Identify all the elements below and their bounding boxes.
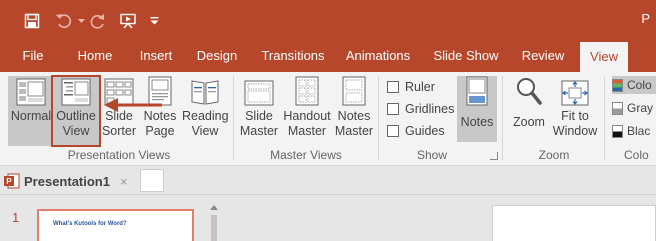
document-tab[interactable]: P Presentation1 ×: [4, 169, 128, 193]
fit-to-window-label-line2: Window: [552, 124, 598, 138]
notes-master-button[interactable]: Notes Master: [334, 76, 374, 146]
slide-thumbnail-title: What's Kutools for Word?: [53, 221, 127, 227]
master-views-group-label: Master Views: [270, 148, 342, 162]
normal-view-icon: [8, 76, 54, 106]
zoom-label: Zoom: [513, 115, 545, 129]
normal-view-button[interactable]: Normal: [8, 76, 54, 146]
outline-view-button[interactable]: Outline View: [51, 75, 101, 147]
zoom-group-label: Zoom: [538, 148, 570, 162]
document-tab-strip: P Presentation1 ×: [0, 166, 656, 195]
reading-view-button[interactable]: Reading View: [182, 76, 229, 146]
grayscale-option-label: Gray: [627, 101, 654, 115]
document-tab-name: Presentation1: [24, 173, 110, 189]
window-title: P: [641, 11, 650, 26]
black-white-option-label: Blac: [627, 124, 651, 138]
slide-master-button[interactable]: Slide Master: [238, 76, 280, 146]
slide-number: 1: [12, 210, 20, 225]
arrow-annotation-icon: [104, 98, 162, 112]
guides-checkbox[interactable]: Guides: [387, 122, 445, 140]
outline-view-label-line2: View: [62, 124, 90, 138]
close-tab-icon[interactable]: ×: [120, 174, 128, 189]
grayscale-swatch-icon: [612, 101, 623, 115]
workspace: 1 What's Kutools for Word?: [0, 195, 656, 241]
gridlines-checkbox[interactable]: Gridlines: [387, 100, 454, 118]
slide-canvas[interactable]: [492, 205, 656, 241]
gridlines-label: Gridlines: [405, 102, 455, 116]
powerpoint-file-icon: P: [4, 173, 20, 189]
notes-toggle-label: Notes: [460, 115, 494, 129]
notes-master-icon: [334, 76, 374, 106]
gridlines-checkbox-box[interactable]: [387, 103, 399, 115]
title-bar: P: [0, 0, 656, 40]
normal-view-label: Normal: [10, 109, 52, 123]
reading-view-label-line1: Reading: [182, 109, 229, 123]
black-white-swatch-icon: [612, 124, 623, 138]
magnifier-icon: [508, 76, 550, 106]
notes-pane-icon: [457, 76, 497, 106]
zoom-button[interactable]: Zoom: [508, 76, 550, 146]
color-swatch-icon: [612, 78, 623, 92]
present-icon[interactable]: [116, 9, 140, 33]
slide-master-label-line2: Master: [239, 124, 279, 138]
svg-text:P: P: [6, 177, 12, 186]
customize-qat-icon[interactable]: [146, 9, 162, 33]
tab-file[interactable]: File: [12, 40, 54, 72]
fit-to-window-icon: [550, 76, 600, 106]
notes-toggle-button[interactable]: Notes: [457, 76, 497, 142]
notes-master-label-line1: Notes: [337, 109, 371, 123]
outline-view-icon: [52, 76, 100, 106]
show-group-label: Show: [416, 148, 448, 162]
guides-label: Guides: [405, 124, 445, 138]
tab-review[interactable]: Review: [516, 40, 570, 72]
show-dialog-launcher-icon[interactable]: [490, 152, 498, 160]
tab-insert[interactable]: Insert: [132, 40, 180, 72]
fit-to-window-button[interactable]: Fit to Window: [550, 76, 600, 146]
handout-master-label-line1: Handout: [283, 109, 331, 123]
tab-view[interactable]: View: [580, 42, 628, 72]
reading-view-label-line2: View: [191, 124, 219, 138]
group-divider: [233, 76, 234, 160]
slide-sorter-label-line2: Sorter: [101, 124, 137, 138]
ribbon-view: Normal Outline View Slide Sorter Notes P…: [0, 72, 656, 166]
save-icon[interactable]: [20, 9, 44, 33]
slide-master-label-line1: Slide: [245, 109, 273, 123]
handout-master-label-line2: Master: [287, 124, 327, 138]
undo-icon[interactable]: [52, 9, 76, 33]
handout-master-icon: [282, 76, 332, 106]
notes-master-label-line2: Master: [334, 124, 374, 138]
undo-dropdown-icon[interactable]: [76, 9, 86, 33]
group-divider: [502, 76, 503, 160]
ribbon-tab-bar: File Home Insert Design Transitions Anim…: [0, 40, 656, 72]
slide-thumbnail[interactable]: What's Kutools for Word?: [37, 209, 194, 241]
reading-view-icon: [182, 76, 228, 106]
ruler-checkbox-box[interactable]: [387, 81, 399, 93]
handout-master-button[interactable]: Handout Master: [282, 76, 332, 146]
group-divider: [378, 76, 379, 160]
redo-icon[interactable]: [88, 9, 108, 33]
presentation-views-group-label: Presentation Views: [67, 148, 171, 162]
tab-animations[interactable]: Animations: [340, 40, 416, 72]
color-option-label: Colo: [627, 78, 652, 92]
tab-home[interactable]: Home: [70, 40, 120, 72]
slide-master-icon: [238, 76, 280, 106]
guides-checkbox-box[interactable]: [387, 125, 399, 137]
color-option[interactable]: Colo: [612, 76, 656, 94]
ruler-label: Ruler: [405, 80, 435, 94]
outline-view-label-line1: Outline: [56, 109, 96, 123]
black-white-option[interactable]: Blac: [612, 122, 650, 140]
new-tab-button[interactable]: [140, 169, 164, 192]
ruler-checkbox[interactable]: Ruler: [387, 78, 435, 96]
thumbnail-scrollbar[interactable]: [208, 201, 220, 241]
group-divider: [604, 76, 605, 160]
grayscale-option[interactable]: Gray: [612, 99, 653, 117]
tab-slide-show[interactable]: Slide Show: [428, 40, 504, 72]
notes-page-label-line2: Page: [145, 124, 175, 138]
tab-transitions[interactable]: Transitions: [256, 40, 330, 72]
color-group-label: Colo: [624, 148, 649, 162]
tab-design[interactable]: Design: [190, 40, 244, 72]
fit-to-window-label-line1: Fit to: [561, 109, 589, 123]
